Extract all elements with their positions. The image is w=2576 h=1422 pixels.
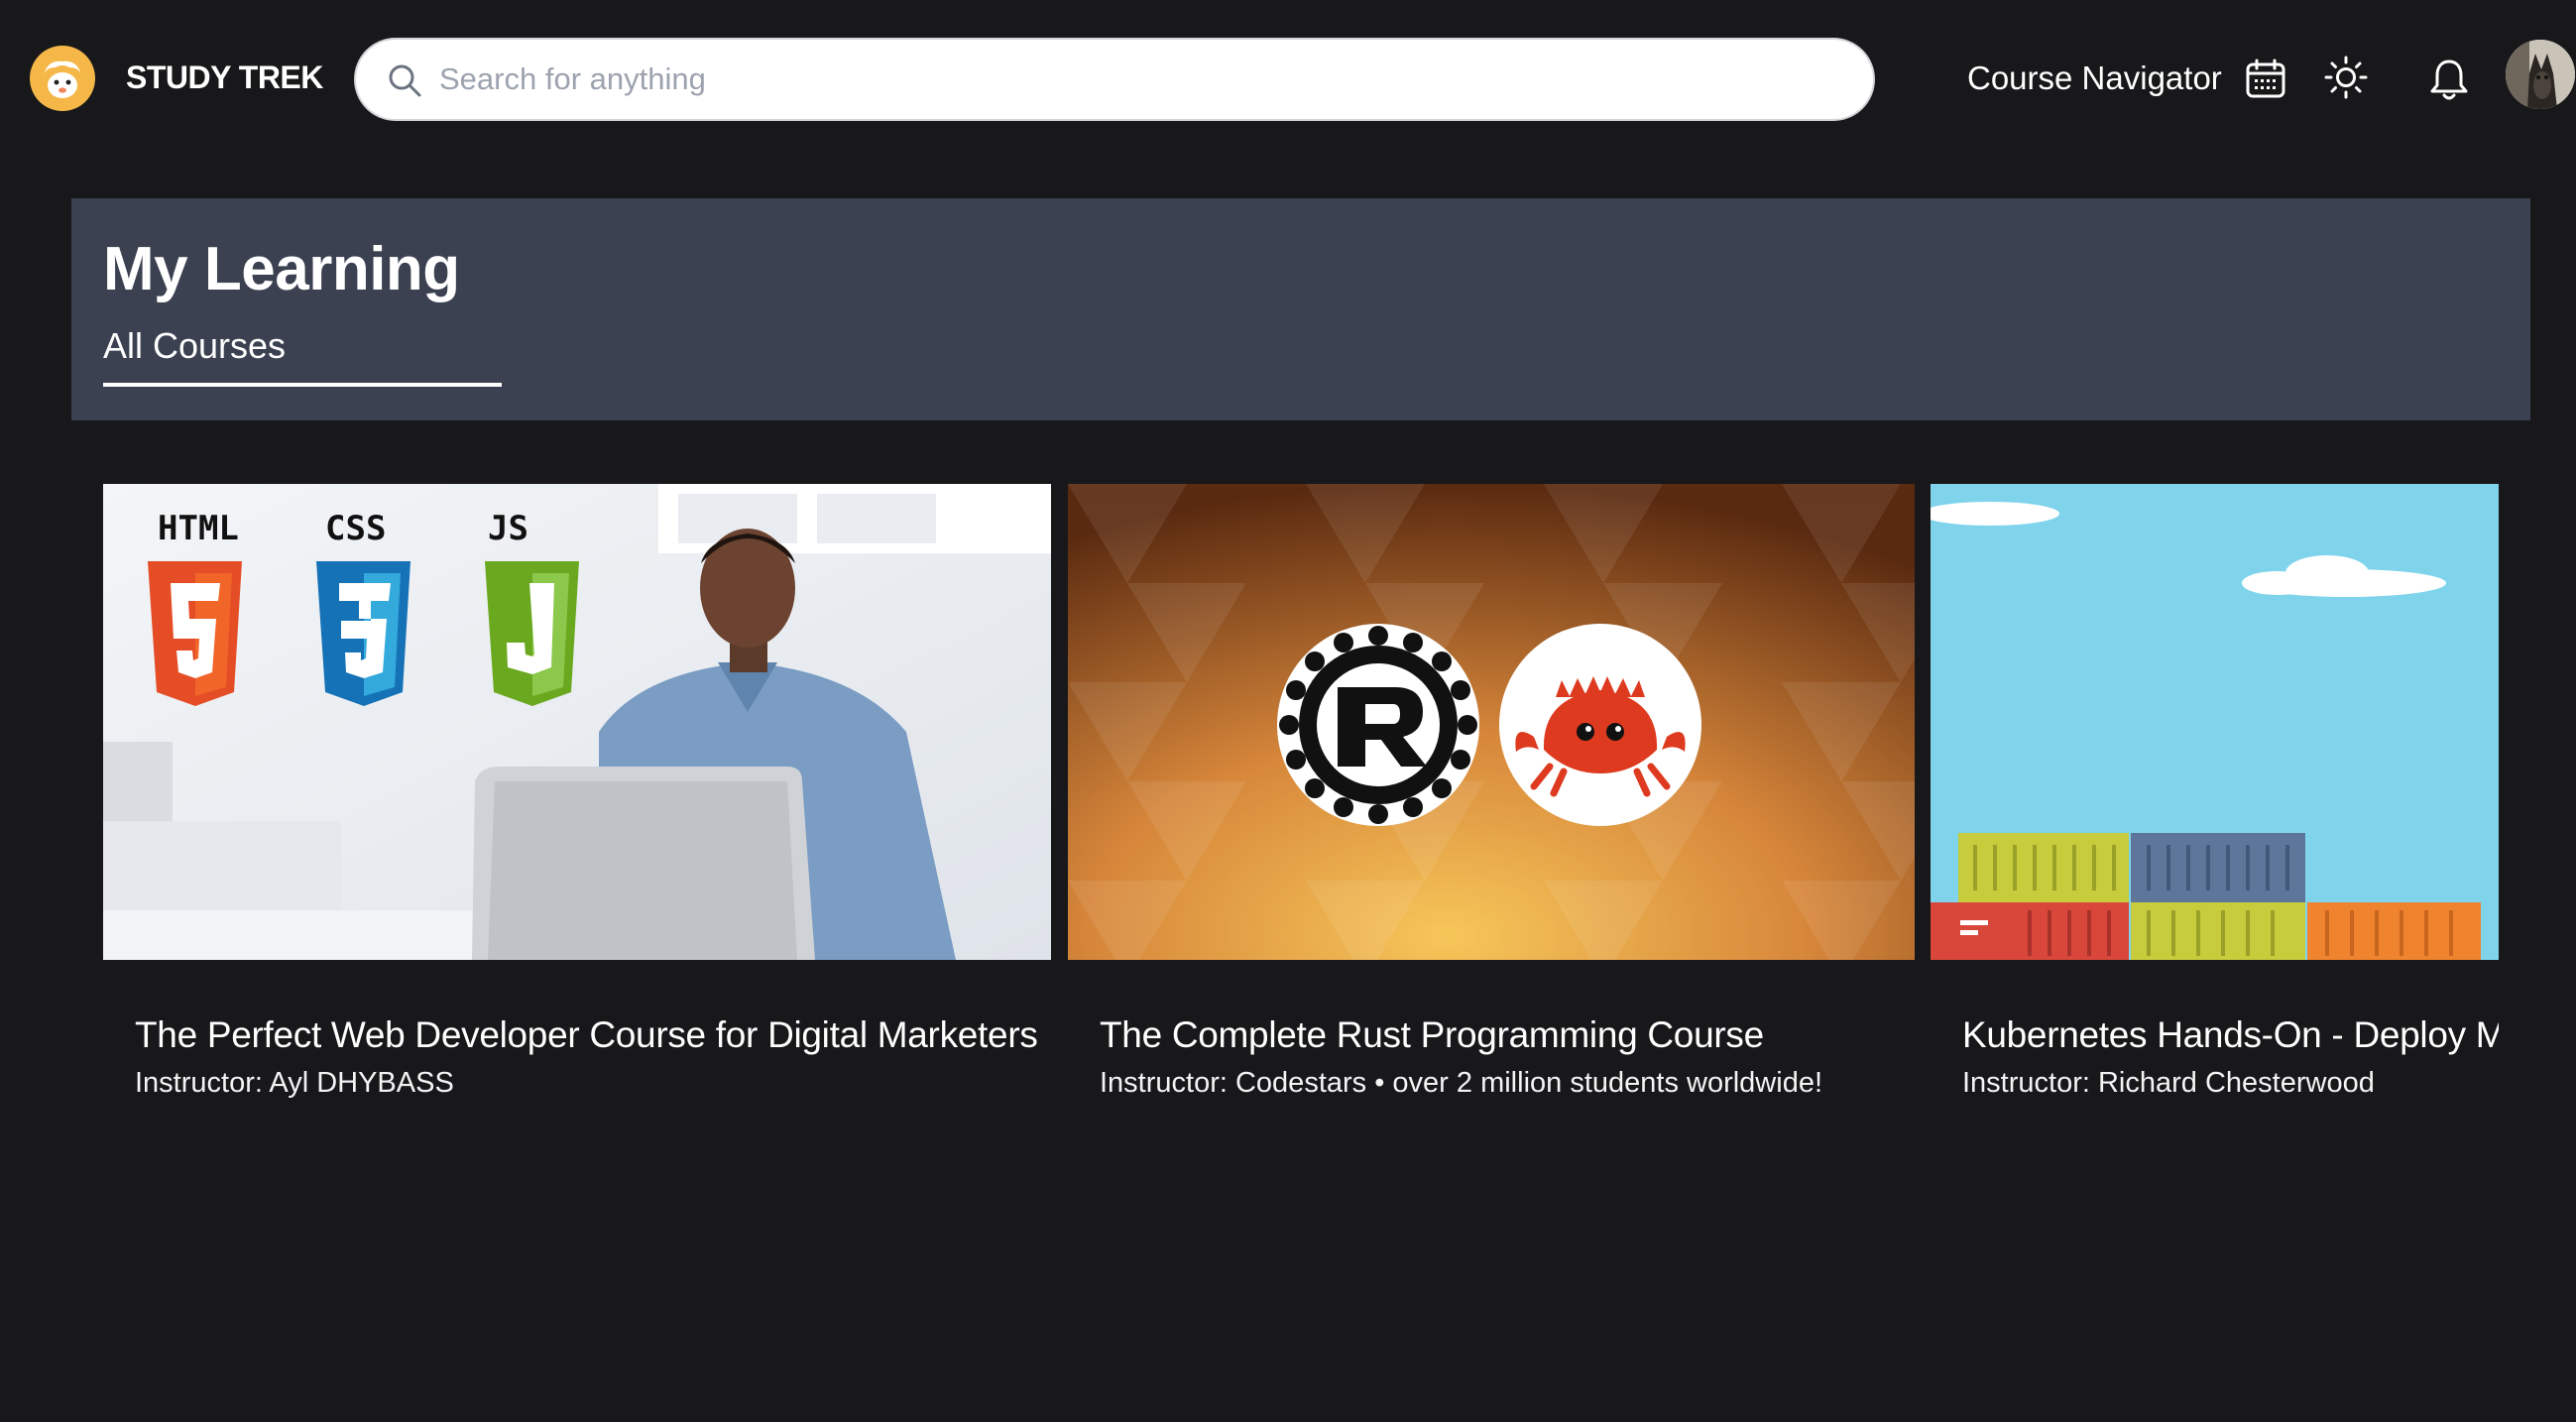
tab-all-courses[interactable]: All Courses bbox=[103, 325, 502, 387]
thumb-label-html: HTML bbox=[158, 509, 239, 548]
course-thumbnail: HTML CSS JS bbox=[103, 484, 1051, 960]
search-bar[interactable] bbox=[354, 38, 1875, 121]
course-title[interactable]: The Perfect Web Developer Course for Dig… bbox=[135, 1014, 1038, 1056]
active-tab-indicator bbox=[103, 383, 502, 387]
tab-label: All Courses bbox=[103, 325, 287, 366]
thumb-label-js: JS bbox=[488, 509, 528, 548]
my-learning-banner: My Learning All Courses bbox=[71, 198, 2530, 420]
course-card[interactable]: Kubernetes Hands-On - Deploy Mi Instruct… bbox=[1931, 484, 2499, 1119]
course-card[interactable]: The Complete Rust Programming Course Ins… bbox=[1068, 484, 1915, 1119]
course-thumbnail bbox=[1068, 484, 1915, 960]
course-thumbnail bbox=[1931, 484, 2499, 960]
user-avatar[interactable] bbox=[2506, 40, 2575, 109]
calendar-icon[interactable] bbox=[2242, 56, 2289, 103]
page-title: My Learning bbox=[103, 235, 460, 303]
search-input[interactable] bbox=[439, 54, 1827, 105]
sun-icon[interactable] bbox=[2322, 54, 2370, 101]
course-card[interactable]: HTML CSS JS The Perfect Web Developer Co… bbox=[103, 484, 1051, 1119]
course-instructor: Instructor: Richard Chesterwood bbox=[1962, 1067, 2375, 1099]
brand-name[interactable]: STUDY TREK bbox=[126, 59, 323, 96]
top-navbar: STUDY TREK Course Navigator bbox=[0, 0, 2576, 159]
course-title[interactable]: Kubernetes Hands-On - Deploy Mi bbox=[1962, 1014, 2499, 1056]
course-instructor: Instructor: Codestars • over 2 million s… bbox=[1100, 1067, 1823, 1099]
course-list: HTML CSS JS The Perfect Web Developer Co… bbox=[103, 484, 2499, 1119]
course-title[interactable]: The Complete Rust Programming Course bbox=[1100, 1014, 1764, 1056]
logo-icon[interactable] bbox=[30, 46, 95, 111]
bell-icon[interactable] bbox=[2425, 56, 2473, 103]
page: STUDY TREK Course Navigator bbox=[0, 0, 2576, 1422]
search-icon bbox=[386, 61, 425, 101]
thumb-label-css: CSS bbox=[325, 509, 386, 548]
course-instructor: Instructor: Ayl DHYBASS bbox=[135, 1067, 454, 1099]
course-navigator-link[interactable]: Course Navigator bbox=[1967, 59, 2222, 97]
